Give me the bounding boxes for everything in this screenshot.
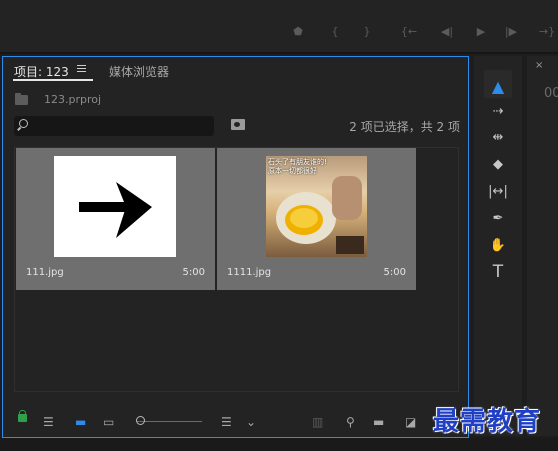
- watermark-logo: 最需教育: [433, 407, 542, 437]
- search-icon: [19, 119, 28, 128]
- mark-in-icon[interactable]: {: [328, 24, 342, 38]
- zoom-knob[interactable]: [136, 416, 145, 425]
- mark-out-icon[interactable]: }: [360, 24, 374, 38]
- media-grid: 111.jpg 5:00 石头了有朋友谁的! 原本一切都很好 1111.jpg …: [14, 147, 459, 392]
- new-item-icon[interactable]: ◪: [405, 415, 416, 429]
- new-bin-icon[interactable]: ▬: [373, 415, 384, 429]
- media-duration: 5:00: [383, 267, 406, 278]
- program-monitor-controls: ⬟ { } {← ◀| ▶ |▶ →}: [0, 0, 558, 54]
- media-tile[interactable]: 111.jpg 5:00: [16, 148, 215, 290]
- folder-up-icon[interactable]: [15, 93, 28, 105]
- pen-tool-icon[interactable]: ✒: [474, 207, 522, 229]
- automate-to-sequence-icon[interactable]: ▥: [312, 415, 323, 429]
- type-tool-icon[interactable]: T: [474, 261, 522, 283]
- step-back-icon[interactable]: ◀|: [440, 24, 454, 38]
- razor-tool-icon[interactable]: ◆: [474, 153, 522, 175]
- thumbnail-photo: 石头了有朋友谁的! 原本一切都很好: [266, 156, 367, 257]
- lock-icon[interactable]: [18, 410, 27, 422]
- timecode: 00: [544, 86, 558, 101]
- chevron-down-icon[interactable]: ⌄: [246, 415, 256, 429]
- project-panel: 项目: 123 媒体浏览器 123.prproj 2 项已选择，共 2 项 11…: [2, 56, 469, 438]
- media-tile[interactable]: 石头了有朋友谁的! 原本一切都很好 1111.jpg 5:00: [217, 148, 416, 290]
- media-name: 1111.jpg: [227, 267, 272, 278]
- play-icon[interactable]: ▶: [474, 24, 488, 38]
- ripple-edit-tool-icon[interactable]: ⇹: [474, 126, 522, 148]
- search-input[interactable]: [14, 116, 214, 136]
- hand-tool-icon[interactable]: ✋: [474, 234, 522, 256]
- selection-tool-icon[interactable]: ▲: [474, 75, 522, 97]
- step-forward-icon[interactable]: |▶: [504, 24, 518, 38]
- close-icon[interactable]: ×: [535, 60, 543, 71]
- icon-view-icon[interactable]: ▬: [75, 415, 86, 429]
- photo-caption: 石头了有朋友谁的! 原本一切都很好: [268, 158, 327, 175]
- tab-project[interactable]: 项目: 123: [14, 63, 69, 80]
- project-file-name: 123.prproj: [44, 93, 102, 106]
- media-name: 111.jpg: [26, 267, 64, 278]
- timeline-panel: × 00: [527, 56, 558, 436]
- sort-icon[interactable]: ☰: [221, 415, 232, 429]
- slip-tool-icon[interactable]: |↔|: [474, 180, 522, 202]
- freeform-view-icon[interactable]: ▭: [103, 415, 114, 429]
- marker-icon[interactable]: ⬟: [291, 24, 305, 38]
- tab-media-browser[interactable]: 媒体浏览器: [109, 63, 169, 80]
- selection-status: 2 项已选择，共 2 项: [349, 120, 460, 134]
- tools-panel: ▲ ⇢ ⇹ ◆ |↔| ✒ ✋ T: [474, 56, 522, 436]
- panel-menu-icon[interactable]: [77, 65, 86, 74]
- go-to-in-icon[interactable]: {←: [401, 24, 417, 38]
- find-icon[interactable]: [231, 119, 245, 130]
- list-view-icon[interactable]: ☰: [43, 415, 54, 429]
- active-tab-indicator: [13, 79, 93, 81]
- search-icon[interactable]: ⚲: [346, 415, 355, 429]
- divider: [0, 52, 558, 54]
- status-bar: [0, 438, 558, 451]
- go-to-out-icon[interactable]: →}: [539, 24, 555, 38]
- media-duration: 5:00: [182, 267, 205, 278]
- track-select-tool-icon[interactable]: ⇢: [474, 100, 522, 122]
- thumbnail-arrow: [54, 156, 176, 257]
- zoom-slider[interactable]: [136, 421, 202, 422]
